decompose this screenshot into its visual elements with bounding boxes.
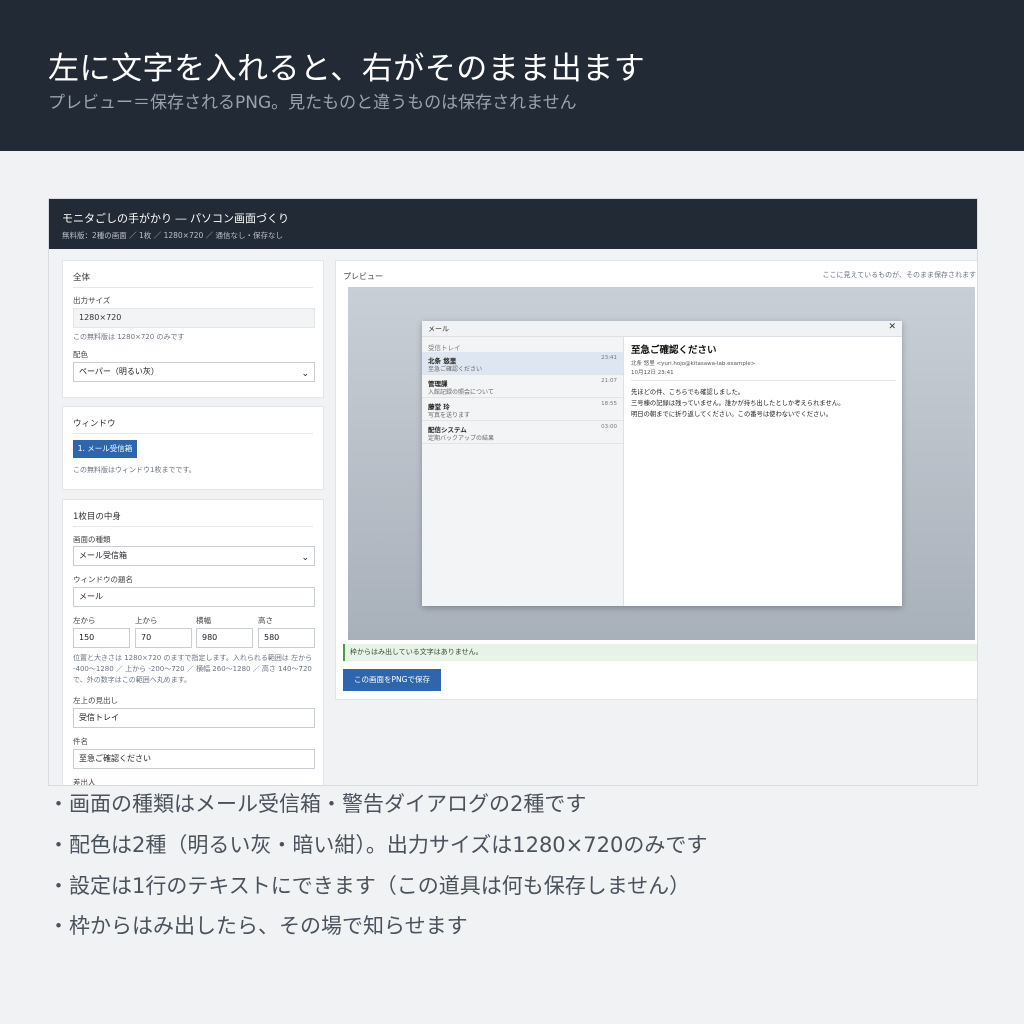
- divider: [631, 380, 896, 381]
- app-header: モニタごしの手がかり ― パソコン画面づくり 無料版：2種の画面 ／ 1枚 ／ …: [49, 199, 977, 249]
- mail-time: 03:00: [601, 424, 617, 430]
- close-icon: ✕: [888, 322, 896, 332]
- read-body-line: 三号棟の記録は残っていません。誰かが持ち出したとしか考えられません。: [631, 400, 845, 407]
- preview-canvas: メール ✕ 受信トレイ 北条 悠里 23:41 至急ご確認ください 管理課 21…: [348, 287, 975, 640]
- screen-type-select[interactable]: メール受信箱 ⌄: [73, 546, 315, 566]
- window-panel-title: ウィンドウ: [73, 419, 116, 429]
- width-label: 横幅: [196, 616, 211, 625]
- overall-panel: 全体 出力サイズ 1280×720 この無料版は 1280×720 のみです 配…: [62, 260, 324, 398]
- window-limit-note: この無料版はウィンドウ1枚までです。: [73, 466, 196, 474]
- mail-subject: 入館記録の照会について: [428, 389, 494, 396]
- mail-reading-pane: 至急ご確認ください 北条 悠里 <yuri.hojo@kitasawa-lab.…: [624, 337, 902, 606]
- preview-panel: プレビュー ここに見えているものが、そのまま保存されます メール ✕ 受信トレイ…: [335, 260, 977, 700]
- divider: [73, 433, 313, 434]
- color-scheme-value: ペーパー（明るい灰）: [79, 367, 159, 376]
- overall-panel-title: 全体: [73, 273, 91, 283]
- overflow-status: 枠からはみ出している文字はありません。: [343, 644, 977, 661]
- mail-window-title: メール: [428, 325, 449, 333]
- read-date: 10月12日 23:41: [631, 370, 674, 376]
- left-label: 左から: [73, 616, 96, 625]
- preview-title: プレビュー: [343, 272, 383, 281]
- chevron-down-icon: ⌄: [301, 553, 309, 563]
- mail-subject: 写真を送ります: [428, 412, 471, 419]
- position-note: 位置と大きさは 1280×720 のますで指定します。入れられる範囲は 左から …: [73, 654, 313, 684]
- top-input[interactable]: 70: [135, 628, 192, 648]
- app-subtitle: 無料版：2種の画面 ／ 1枚 ／ 1280×720 ／ 通信なし・保存なし: [62, 231, 284, 240]
- feature-item: ・枠からはみ出したら、その場で知らせます: [48, 914, 468, 938]
- mail-list: 受信トレイ 北条 悠里 23:41 至急ご確認ください 管理課 21:07 入館…: [422, 337, 624, 606]
- subject-label: 件名: [73, 737, 88, 746]
- left-input[interactable]: 150: [73, 628, 130, 648]
- mail-time: 21:07: [601, 378, 617, 384]
- content-panel: 1枚目の中身 画面の種類 メール受信箱 ⌄ ウィンドウの題名 メール 左から 上…: [62, 499, 324, 786]
- feature-item: ・配色は2種（明るい灰・暗い紺）。出力サイズは1280×720のみです: [48, 833, 708, 857]
- mail-subject: 定期バックアップの結果: [428, 435, 495, 442]
- divider: [73, 526, 313, 527]
- screen-type-value: メール受信箱: [79, 551, 127, 560]
- height-input[interactable]: 580: [258, 628, 315, 648]
- content-panel-title: 1枚目の中身: [73, 512, 121, 522]
- save-png-button[interactable]: この画面をPNGで保存: [343, 669, 441, 691]
- window-1-button[interactable]: 1. メール受信箱: [73, 440, 137, 458]
- mail-time: 23:41: [601, 355, 617, 361]
- top-label: 上から: [135, 616, 158, 625]
- read-body-line: 明日の朝までに折り返してください。この番号は使わないでください。: [631, 411, 832, 418]
- read-body-line: 先ほどの件、こちらでも確認しました。: [631, 389, 745, 396]
- inbox-heading: 受信トレイ: [428, 344, 461, 352]
- mail-titlebar: メール ✕: [422, 321, 902, 337]
- divider: [73, 287, 313, 288]
- feature-item: ・画面の種類はメール受信箱・警告ダイアログの2種です: [48, 792, 587, 816]
- window-title-input[interactable]: メール: [73, 587, 315, 607]
- mail-row: 配信システム 03:00 定期バックアップの結果: [422, 421, 623, 444]
- mail-time: 18:55: [601, 401, 617, 407]
- app-title: モニタごしの手がかり ― パソコン画面づくり: [62, 212, 289, 225]
- subject-input[interactable]: 至急ご確認ください: [73, 749, 315, 769]
- chevron-down-icon: ⌄: [301, 369, 309, 379]
- mail-subject: 至急ご確認ください: [428, 366, 483, 373]
- output-size-note: この無料版は 1280×720 のみです: [73, 333, 185, 341]
- mail-window: メール ✕ 受信トレイ 北条 悠里 23:41 至急ご確認ください 管理課 21…: [422, 321, 902, 606]
- read-from: 北条 悠里 <yuri.hojo@kitasawa-lab.example>: [631, 361, 756, 367]
- page-header: 左に文字を入れると、右がそのまま出ます プレビュー＝保存されるPNG。見たものと…: [0, 0, 1024, 151]
- mail-row: 藤堂 玲 18:55 写真を送ります: [422, 398, 623, 421]
- output-size-field: 1280×720: [73, 308, 315, 328]
- window-title-label: ウィンドウの題名: [73, 575, 133, 584]
- output-size-label: 出力サイズ: [73, 296, 111, 305]
- heading-label: 左上の見出し: [73, 696, 118, 705]
- window-panel: ウィンドウ 1. メール受信箱 この無料版はウィンドウ1枚までです。: [62, 406, 324, 490]
- read-subject: 至急ご確認ください: [631, 345, 717, 356]
- color-scheme-label: 配色: [73, 350, 88, 359]
- page-subtitle: プレビュー＝保存されるPNG。見たものと違うものは保存されません: [48, 93, 577, 113]
- mail-row: 管理課 21:07 入館記録の照会について: [422, 375, 623, 398]
- feature-item: ・設定は1行のテキストにできます（この道具は何も保存しません）: [48, 874, 691, 898]
- preview-hint: ここに見えているものが、そのまま保存されます: [822, 271, 976, 279]
- heading-input[interactable]: 受信トレイ: [73, 708, 315, 728]
- mail-row: 北条 悠里 23:41 至急ご確認ください: [422, 352, 623, 375]
- height-label: 高さ: [258, 616, 273, 625]
- app-screenshot: モニタごしの手がかり ― パソコン画面づくり 無料版：2種の画面 ／ 1枚 ／ …: [48, 198, 978, 786]
- width-input[interactable]: 980: [196, 628, 253, 648]
- color-scheme-select[interactable]: ペーパー（明るい灰） ⌄: [73, 362, 315, 382]
- page-title: 左に文字を入れると、右がそのまま出ます: [48, 51, 646, 87]
- sender-label: 差出人: [73, 778, 96, 786]
- screen-type-label: 画面の種類: [73, 535, 111, 544]
